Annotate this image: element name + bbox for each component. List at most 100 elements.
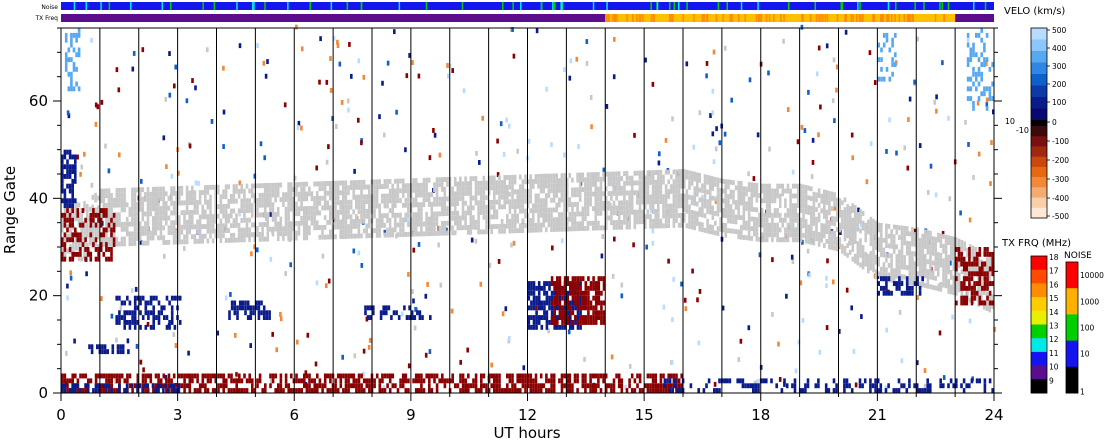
scatter-cell	[90, 37, 93, 43]
ground-scatter-cell	[368, 223, 371, 229]
band-cell	[679, 388, 682, 393]
ground-scatter-cell	[521, 218, 525, 224]
band-cell	[66, 164, 69, 170]
ground-scatter-cell	[740, 186, 743, 191]
ground-scatter-cell	[503, 194, 506, 200]
ground-scatter-cell	[193, 190, 197, 196]
ground-scatter-cell	[625, 200, 629, 206]
band-cell	[211, 388, 215, 393]
ground-scatter-cell	[563, 178, 566, 183]
ground-scatter-cell	[791, 222, 795, 228]
band-cell	[68, 203, 72, 209]
band-cell	[939, 378, 942, 384]
ground-scatter-cell	[256, 183, 259, 189]
ground-scatter-cell	[612, 186, 616, 191]
band-cell	[115, 315, 118, 320]
scatter-cell	[712, 49, 716, 55]
txfreq-mark	[934, 14, 937, 22]
ground-scatter-cell	[532, 213, 535, 218]
scatter-cell	[296, 339, 299, 345]
ground-scatter-cell	[887, 243, 891, 249]
ground-scatter-cell	[724, 198, 728, 204]
ground-scatter-cell	[201, 238, 204, 244]
band-cell	[654, 383, 657, 389]
band-cell	[258, 378, 262, 384]
band-cell	[545, 388, 548, 393]
ground-scatter-cell	[508, 204, 512, 210]
band-cell	[149, 310, 153, 316]
ground-scatter-cell	[479, 185, 483, 191]
ground-scatter-cell	[513, 204, 517, 209]
band-cell	[188, 373, 192, 379]
ground-scatter-cell	[651, 194, 655, 200]
ground-scatter-cell	[856, 255, 860, 261]
ground-scatter-cell	[459, 225, 462, 231]
ground-scatter-cell	[222, 204, 225, 209]
ground-scatter-cell	[453, 220, 457, 226]
ground-scatter-cell	[193, 200, 197, 205]
band-cell	[191, 378, 194, 384]
noise-mark	[592, 2, 595, 10]
band-cell	[532, 295, 536, 301]
ground-scatter-cell	[628, 195, 631, 201]
ground-scatter-cell	[289, 187, 293, 192]
band-cell	[357, 373, 361, 379]
ground-scatter-cell	[469, 181, 473, 186]
band-cell	[962, 378, 966, 384]
ground-scatter-cell	[594, 206, 598, 212]
ground-scatter-cell	[960, 244, 964, 250]
ground-scatter-cell	[521, 223, 525, 229]
scatter-cell	[569, 58, 573, 64]
ground-scatter-cell	[383, 232, 387, 238]
ground-scatter-cell	[162, 225, 165, 231]
band-cell	[71, 232, 74, 238]
ground-scatter-cell	[417, 216, 421, 222]
band-cell	[261, 388, 264, 393]
band-cell	[196, 373, 199, 379]
band-cell	[550, 388, 553, 393]
ground-scatter-cell	[550, 173, 553, 179]
ground-scatter-cell	[425, 221, 428, 227]
band-cell	[191, 373, 194, 379]
scatter-cell	[335, 124, 338, 129]
band-cell	[594, 388, 598, 393]
ground-scatter-cell	[206, 224, 210, 229]
ground-scatter-cell	[295, 201, 298, 207]
band-cell	[68, 154, 72, 160]
scatter-cell	[777, 341, 780, 347]
ground-scatter-cell	[149, 206, 152, 212]
band-cell	[248, 373, 251, 379]
scatter-cell	[338, 61, 342, 67]
ground-scatter-cell	[529, 179, 532, 184]
ground-scatter-cell	[250, 203, 254, 208]
scatter-cell	[747, 325, 751, 331]
ground-scatter-cell	[742, 200, 746, 206]
scatter-cell	[238, 43, 242, 49]
ground-scatter-cell	[519, 189, 522, 195]
band-cell	[443, 378, 447, 384]
ground-scatter-cell	[485, 185, 488, 191]
ground-scatter-cell	[279, 226, 283, 232]
ground-scatter-cell	[232, 193, 236, 199]
ground-scatter-cell	[209, 194, 212, 200]
band-cell	[133, 320, 137, 325]
ground-scatter-cell	[711, 186, 715, 191]
scatter-cell	[499, 121, 503, 127]
ground-scatter-cell	[433, 221, 436, 227]
ground-scatter-cell	[318, 186, 322, 192]
ground-scatter-cell	[918, 252, 922, 258]
ground-scatter-cell	[308, 186, 311, 192]
band-cell	[923, 388, 927, 393]
band-cell	[74, 388, 77, 393]
ground-scatter-cell	[141, 226, 145, 231]
ground-scatter-cell	[636, 199, 639, 205]
ground-scatter-cell	[701, 212, 704, 218]
band-cell	[66, 203, 69, 209]
band-cell	[498, 388, 501, 393]
band-cell	[913, 383, 916, 389]
scatter-cell	[360, 140, 363, 146]
ground-scatter-cell	[352, 180, 355, 186]
band-cell	[74, 198, 77, 204]
ground-scatter-cell	[178, 224, 181, 230]
ground-scatter-cell	[545, 178, 548, 184]
